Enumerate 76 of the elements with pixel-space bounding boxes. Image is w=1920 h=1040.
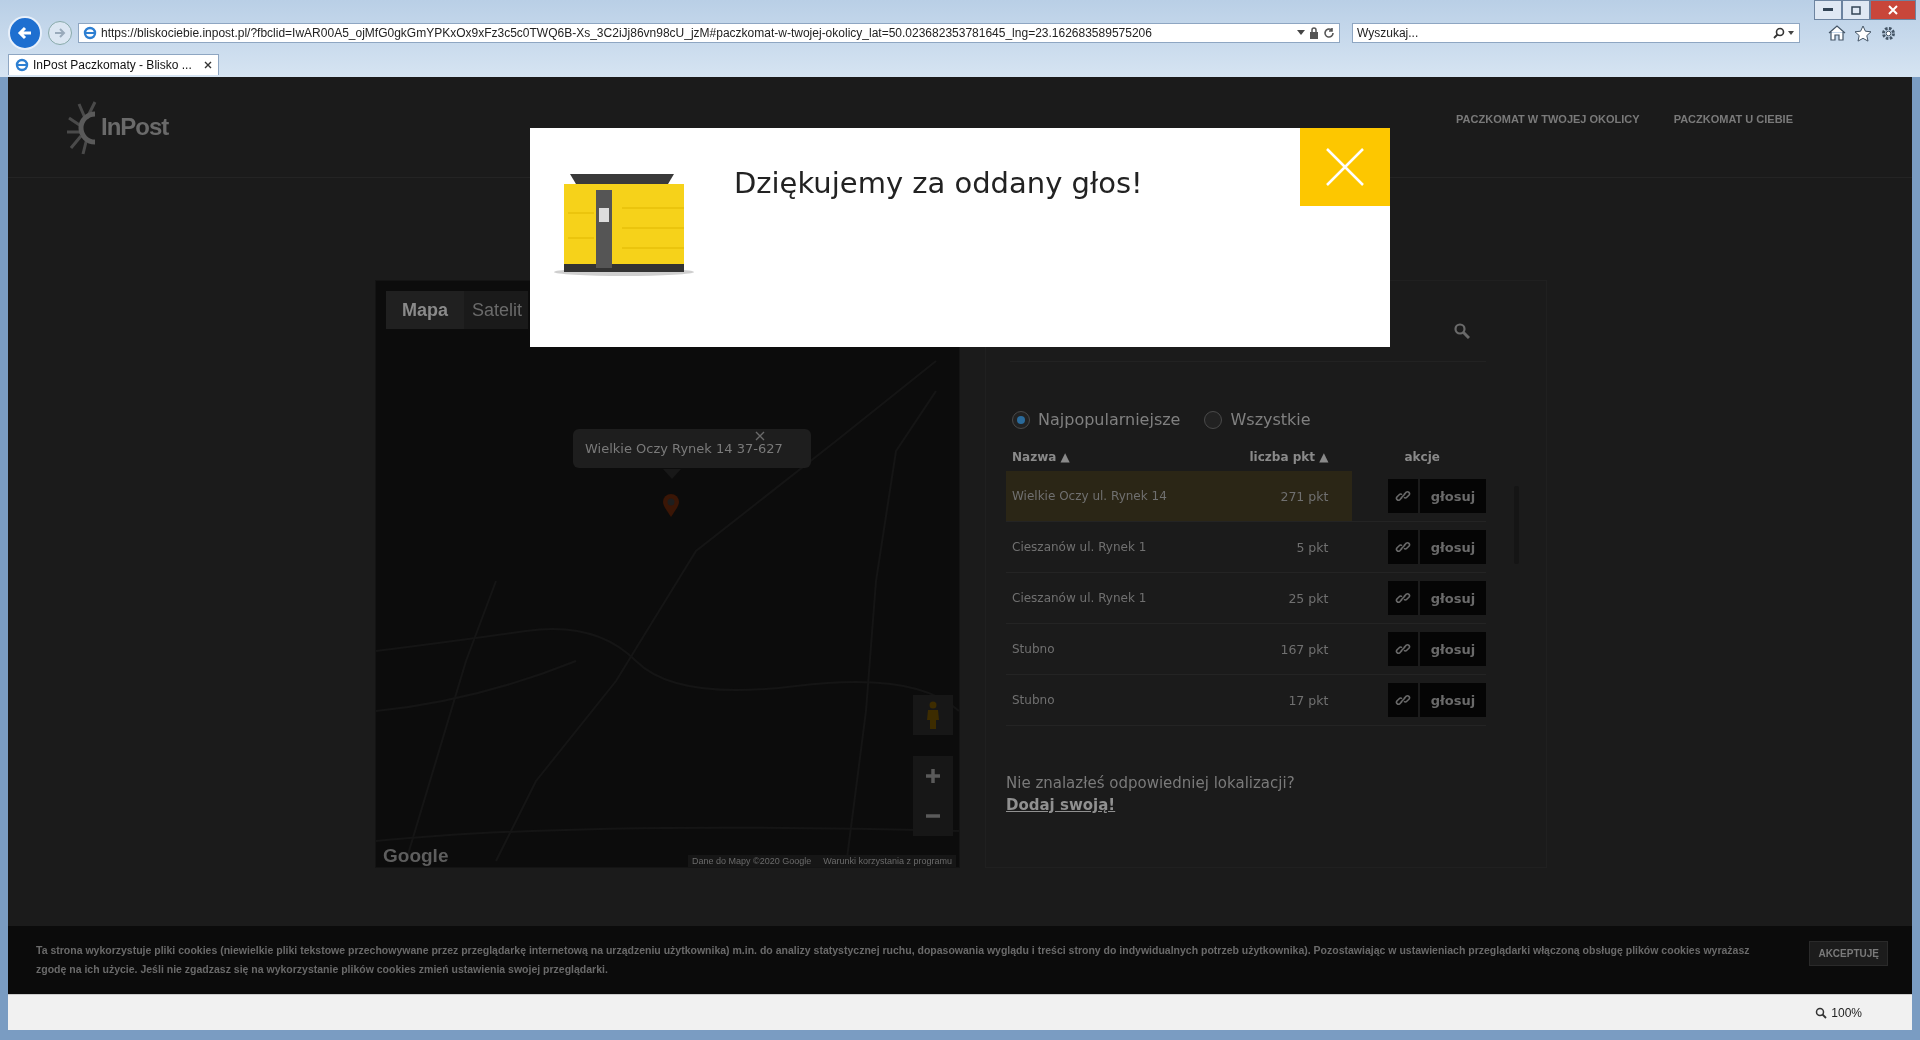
maximize-button[interactable]	[1842, 0, 1870, 20]
search-icon[interactable]	[1773, 27, 1795, 39]
filter-radio[interactable]: Wszystkie	[1204, 410, 1311, 429]
points-count: 5 pkt	[1212, 521, 1353, 573]
browser-page-icon	[15, 58, 29, 72]
column-header[interactable]: Nazwa ▲	[1006, 443, 1213, 471]
map-type-tab[interactable]: Mapa	[386, 291, 464, 329]
points-count: 25 pkt	[1212, 572, 1353, 624]
nav-link[interactable]: PACZKOMAT U CIEBIE	[1673, 113, 1793, 125]
search-field[interactable]: Wyszukaj...	[1357, 26, 1773, 40]
address-bar[interactable]: https://bliskociebie.inpost.pl/?fbclid=IwAR00A5_ojMfG0gkGmYPKxOx9xFz3c5c0TWQ6B-Xs_3C2iJj86vn98cU_jzM#paczkomat-w-twojej-okolicy_lat=50.023682353781645_lng=23.162683589575206	[78, 23, 1340, 43]
zoom-level[interactable]: 100%	[1831, 1005, 1862, 1020]
modal-title: Dziękujemy za oddany głos!	[734, 166, 1143, 200]
settings-icon[interactable]	[1880, 24, 1897, 42]
link-button[interactable]	[1388, 632, 1418, 666]
url-field[interactable]: https://bliskociebie.inpost.pl/?fbclid=IwAR00A5_ojMfG0gkGmYPKxOx9xFz3c5c0TWQ6B-Xs_3C2iJj86vn98cU_jzM#paczkomat-w-twojej-okolicy_lat=50.023682353781645_lng=23.162683589575206	[101, 26, 1293, 40]
location-name: Wielkie Oczy ul. Rynek 14	[1006, 471, 1213, 522]
vote-button[interactable]: głosuj	[1420, 632, 1486, 666]
vote-button[interactable]: głosuj	[1420, 479, 1486, 513]
link-button[interactable]	[1388, 581, 1418, 615]
browser-tab[interactable]: InPost Paczkomaty - Blisko ...	[8, 54, 219, 75]
back-button[interactable]	[8, 16, 42, 50]
forward-button[interactable]	[48, 21, 72, 45]
star-icon[interactable]	[1854, 24, 1872, 42]
link-icon	[1395, 641, 1411, 657]
prompt-text: Nie znalazłeś odpowiedniej lokalizacji?	[1006, 774, 1296, 792]
add-location-link[interactable]: Dodaj swoją!	[1006, 796, 1116, 814]
cookie-notice: Ta strona wykorzystuje pliki cookies (niewielkie pliki tekstowe przechowywane przez przeglądarkę internetową na urządzeniu użytkownika) m.in. do analizy statystycznej ruchu, dopasowania wyglądu i treści strony do indywidualnych potrzeb użytkownika). Pozostawiając w ustawieniach przeglądarki włączoną obsługę plików cookies wyrażasz zgodę na ich użycie. Jeśli nie zgadzasz się na wykorzystanie plików cookies zmień ustawienia swojej przeglądarki.	[36, 943, 1751, 977]
column-header[interactable]: liczba pkt ▲	[1212, 443, 1353, 471]
column-header[interactable]: akcje	[1352, 443, 1486, 471]
filter-radio[interactable]: Najpopularniejsze	[1012, 410, 1181, 429]
map-info-popup: Wielkie Oczy Rynek 14 37-627	[573, 429, 811, 468]
vote-button[interactable]: głosuj	[1420, 683, 1486, 717]
link-icon	[1395, 539, 1411, 555]
points-count: 271 pkt	[1212, 471, 1353, 522]
plus-icon	[925, 768, 941, 784]
accept-button[interactable]: AKCEPTUJĘ	[1809, 940, 1888, 966]
refresh-icon[interactable]	[1323, 27, 1335, 39]
map-attribution: Dane do Mapy ©2020 Google	[692, 856, 812, 866]
tab-title: InPost Paczkomaty - Blisko ...	[33, 58, 192, 72]
lock-icon[interactable]	[1309, 27, 1319, 39]
arrow-right-icon	[54, 27, 66, 39]
location-name: Cieszanów ul. Rynek 1	[1006, 572, 1213, 624]
logo-text: InPost	[101, 113, 169, 141]
link-icon	[1395, 692, 1411, 708]
close-icon[interactable]	[203, 61, 212, 69]
home-icon[interactable]	[1828, 24, 1846, 41]
minus-icon	[925, 814, 941, 818]
link-icon	[1395, 488, 1411, 504]
vote-button[interactable]: głosuj	[1420, 530, 1486, 564]
close-button[interactable]	[1870, 0, 1916, 20]
nav-link[interactable]: PACZKOMAT W TWOJEJ OKOLICY	[1456, 113, 1640, 125]
link-icon	[1395, 590, 1411, 606]
terms-link[interactable]: Warunki korzystania z programu	[823, 856, 952, 866]
browser-page-icon	[83, 26, 97, 40]
minimize-icon	[1823, 8, 1833, 12]
zoom-icon[interactable]	[1815, 1006, 1828, 1019]
vote-button[interactable]: głosuj	[1420, 581, 1486, 615]
location-name: Stubno	[1006, 623, 1213, 675]
maximize-icon	[1851, 5, 1861, 15]
link-button[interactable]	[1388, 530, 1418, 564]
points-count: 167 pkt	[1212, 623, 1353, 675]
close-icon	[1888, 5, 1898, 15]
minimize-button[interactable]	[1814, 0, 1842, 20]
search-box[interactable]: Wyszukaj...	[1352, 23, 1800, 43]
location-name: Stubno	[1006, 674, 1213, 726]
location-name: Cieszanów ul. Rynek 1	[1006, 521, 1213, 573]
person-icon	[926, 701, 940, 729]
link-button[interactable]	[1388, 479, 1418, 513]
map-view[interactable]: Mapa Satelit Wielkie Oczy Rynek 14 37-627 Google Dane do Mapy ©2020 Google Warunki korzystania z programu	[375, 280, 960, 868]
map-logo: Google	[383, 845, 449, 867]
dropdown-caret-icon[interactable]	[1297, 30, 1305, 36]
close-icon	[1325, 147, 1365, 187]
link-button[interactable]	[1388, 683, 1418, 717]
arrow-left-icon	[16, 24, 34, 42]
points-count: 17 pkt	[1212, 674, 1353, 726]
